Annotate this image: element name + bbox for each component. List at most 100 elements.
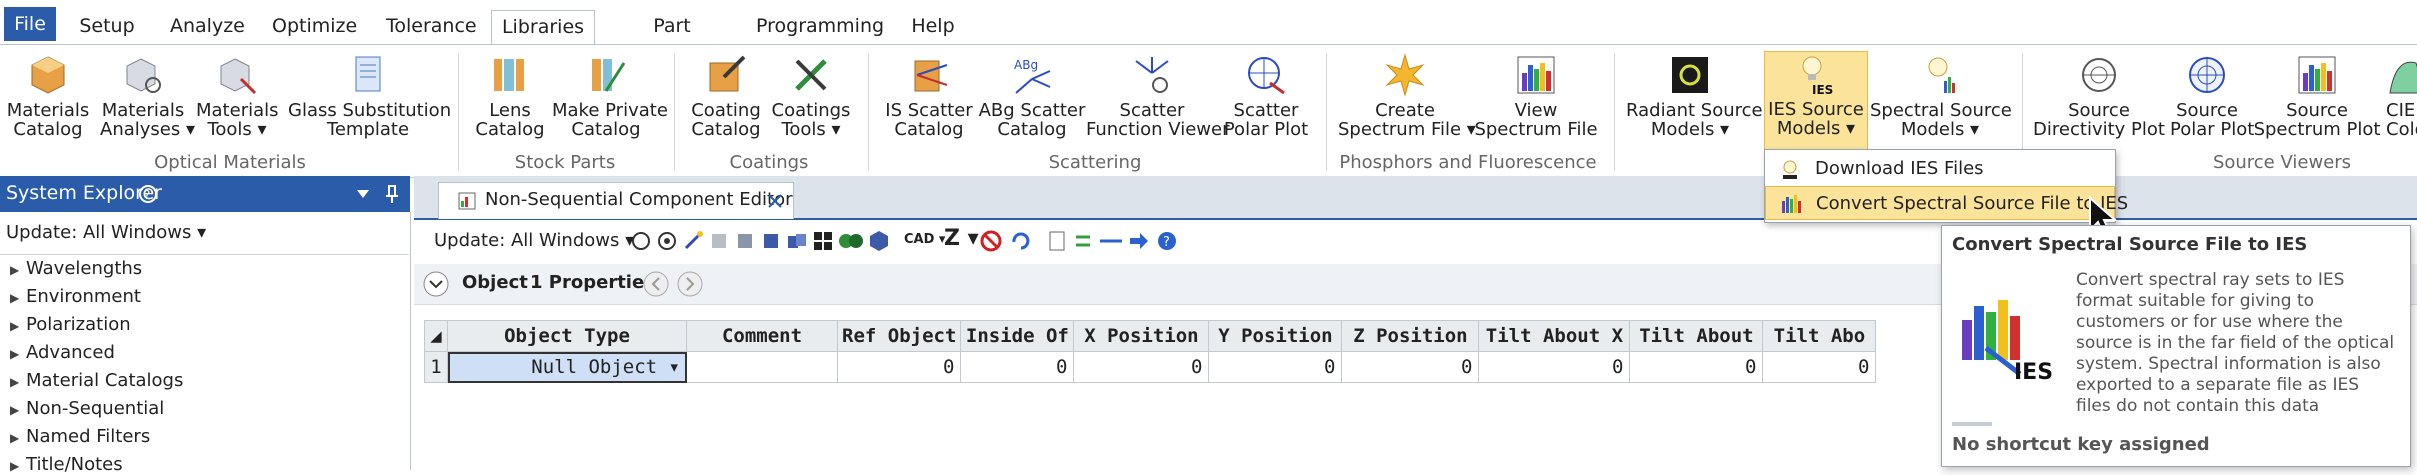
- menu-programming[interactable]: Programming: [756, 10, 884, 44]
- materials-analyses-icon: [126, 58, 161, 93]
- menu-analyze[interactable]: Analyze: [170, 10, 245, 44]
- tree-item-polarization[interactable]: ▶ Polarization: [10, 314, 131, 335]
- refresh-icon[interactable]: [630, 230, 652, 252]
- y-position-cell[interactable]: 0: [1208, 351, 1343, 383]
- ribbon-separator: [868, 53, 869, 171]
- column-header[interactable]: Ref Object: [836, 320, 962, 352]
- tree-item-title-notes[interactable]: ▶ Title/Notes: [10, 454, 123, 475]
- source-polar-plot-button[interactable]: Source Polar Plot: [2170, 53, 2254, 139]
- column-header[interactable]: Tilt About: [1629, 320, 1764, 352]
- spheres-icon[interactable]: [838, 230, 864, 252]
- help-icon[interactable]: ?: [1156, 230, 1178, 252]
- lens-catalog-button[interactable]: Lens Catalog: [470, 53, 550, 139]
- column-header[interactable]: Y Position: [1208, 320, 1343, 352]
- radiant-source-models-button[interactable]: Radiant Source Models ▾: [1626, 53, 1763, 139]
- glass-substitution-template-button[interactable]: Glass Substitution Template: [288, 53, 451, 139]
- ref-object-cell[interactable]: 0: [836, 351, 962, 383]
- column-header[interactable]: Comment: [686, 320, 838, 352]
- swap-arrows-icon[interactable]: [1072, 230, 1094, 252]
- tree-item-non-sequential[interactable]: ▶ Non-Sequential: [10, 398, 164, 419]
- tilt-about-x-cell[interactable]: 0: [1478, 351, 1631, 383]
- collapse-chevron-icon[interactable]: [422, 270, 450, 298]
- svg-text:IES: IES: [1812, 83, 1833, 96]
- menu-help[interactable]: Help: [908, 10, 958, 44]
- cad-icon[interactable]: CAD ▾: [904, 232, 945, 247]
- source-spectrum-plot-button[interactable]: Source Spectrum Plot: [2252, 53, 2382, 139]
- arrow-right-icon[interactable]: [1128, 230, 1150, 252]
- tree-item-wavelengths[interactable]: ▶ Wavelengths: [10, 258, 142, 279]
- editor-update-dropdown[interactable]: Update: All Windows ▾: [434, 230, 634, 251]
- menu-part-designer[interactable]: Part Designer: [612, 10, 732, 69]
- cie-color-button[interactable]: CIE Colo: [2386, 53, 2417, 139]
- no-entry-icon[interactable]: [980, 230, 1002, 252]
- coatings-tools-button[interactable]: Coatings Tools ▾: [770, 53, 852, 139]
- make-private-catalog-button[interactable]: Make Private Catalog: [552, 53, 668, 139]
- object-icon[interactable]: [708, 230, 730, 252]
- is-scatter-catalog-button[interactable]: IS Scatter Catalog: [880, 53, 978, 139]
- view-spectrum-file-button[interactable]: View Spectrum File: [1474, 53, 1598, 139]
- tree-item-material-catalogs[interactable]: ▶ Material Catalogs: [10, 370, 183, 391]
- column-header[interactable]: Tilt About X: [1478, 320, 1631, 352]
- column-header[interactable]: Inside Of: [960, 320, 1075, 352]
- z-icon[interactable]: Z ▾: [944, 226, 979, 251]
- column-header[interactable]: Tilt Abo: [1762, 320, 1877, 352]
- scatter-polar-plot-button[interactable]: Scatter Polar Plot: [1222, 53, 1310, 139]
- download-ies-files-item[interactable]: Download IES Files: [1765, 152, 2115, 186]
- source-directivity-plot-button[interactable]: Source Directivity Plot: [2030, 53, 2168, 139]
- materials-catalog-button[interactable]: Materials Catalog: [6, 53, 90, 139]
- grid-icon[interactable]: [812, 230, 834, 252]
- menu-optimize[interactable]: Optimize: [272, 10, 357, 44]
- system-explorer-panel: Update: All Windows ▾ ▶ Wavelengths ▶ Envi…: [0, 212, 411, 475]
- tab-non-sequential-component-editor[interactable]: Non-Sequential Component Editor: [438, 182, 794, 219]
- create-spectrum-file-button[interactable]: Create Spectrum File ▾: [1338, 53, 1476, 139]
- menu-file[interactable]: File: [4, 7, 56, 41]
- convert-spectral-source-item[interactable]: Convert Spectral Source File to IES: [1765, 186, 2128, 220]
- tree-item-environment[interactable]: ▶ Environment: [10, 286, 141, 307]
- x-position-cell[interactable]: 0: [1073, 351, 1210, 383]
- hexagon-icon[interactable]: [868, 230, 890, 252]
- inside-of-cell[interactable]: 0: [960, 351, 1075, 383]
- object-2-icon[interactable]: [734, 230, 756, 252]
- cube-icon[interactable]: [760, 230, 782, 252]
- document-icon[interactable]: [1046, 230, 1068, 252]
- close-icon[interactable]: [767, 193, 783, 209]
- next-icon[interactable]: [676, 270, 704, 298]
- comment-cell[interactable]: [686, 351, 838, 383]
- materials-analyses-button[interactable]: Materials Analyses ▾: [100, 53, 195, 139]
- help-icon[interactable]: ?: [138, 184, 158, 204]
- settings-wand-icon[interactable]: [682, 230, 704, 252]
- is-scatter-icon: [914, 60, 948, 92]
- menu-libraries[interactable]: Libraries: [491, 10, 595, 46]
- table-header-row: ◢ Object Type Comment Ref Object Inside …: [424, 320, 1877, 352]
- tree-item-named-filters[interactable]: ▶ Named Filters: [10, 426, 150, 447]
- spectral-source-models-button[interactable]: Spectral Source Models ▾: [1870, 53, 2012, 139]
- table-row: 1 Null Object ▾ 0 0 0 0 0 0 0 0: [424, 351, 1877, 383]
- menu-tolerance[interactable]: Tolerance: [386, 10, 477, 44]
- column-header[interactable]: Object Type: [447, 320, 687, 352]
- cubes-icon[interactable]: [786, 230, 808, 252]
- column-header[interactable]: Z Position: [1341, 320, 1480, 352]
- coating-catalog-button[interactable]: Coating Catalog: [686, 53, 766, 139]
- z-position-cell[interactable]: 0: [1341, 351, 1480, 383]
- ies-source-models-button[interactable]: IES IES Source Models ▾: [1764, 51, 1868, 153]
- system-explorer-header: System Explorer ?: [0, 176, 410, 212]
- menu-setup[interactable]: Setup: [78, 10, 136, 44]
- pin-icon[interactable]: [384, 184, 400, 204]
- scatter-function-viewer-button[interactable]: Scatter Function Viewer: [1086, 53, 1229, 139]
- previous-icon[interactable]: [642, 270, 670, 298]
- expand-arrows-icon[interactable]: [1098, 230, 1124, 252]
- svg-text:ABg: ABg: [1014, 58, 1038, 72]
- abg-scatter-catalog-button[interactable]: ABg ABg Scatter Catalog: [978, 53, 1086, 139]
- tilt-about-y-cell[interactable]: 0: [1629, 351, 1764, 383]
- tilt-about-z-cell[interactable]: 0: [1762, 351, 1877, 383]
- refresh-all-icon[interactable]: [656, 230, 678, 252]
- column-header[interactable]: X Position: [1073, 320, 1210, 352]
- tree-item-advanced[interactable]: ▶ Advanced: [10, 342, 115, 363]
- update-all-windows-dropdown[interactable]: Update: All Windows ▾: [6, 222, 206, 243]
- cie-icon: [2389, 61, 2417, 94]
- group-source-viewers: Source Viewers: [2212, 152, 2352, 173]
- dropdown-arrow-icon[interactable]: [356, 188, 370, 200]
- materials-tools-button[interactable]: Materials Tools ▾: [196, 53, 279, 139]
- object-type-cell[interactable]: Null Object ▾: [447, 351, 687, 383]
- undo-icon[interactable]: [1008, 230, 1030, 252]
